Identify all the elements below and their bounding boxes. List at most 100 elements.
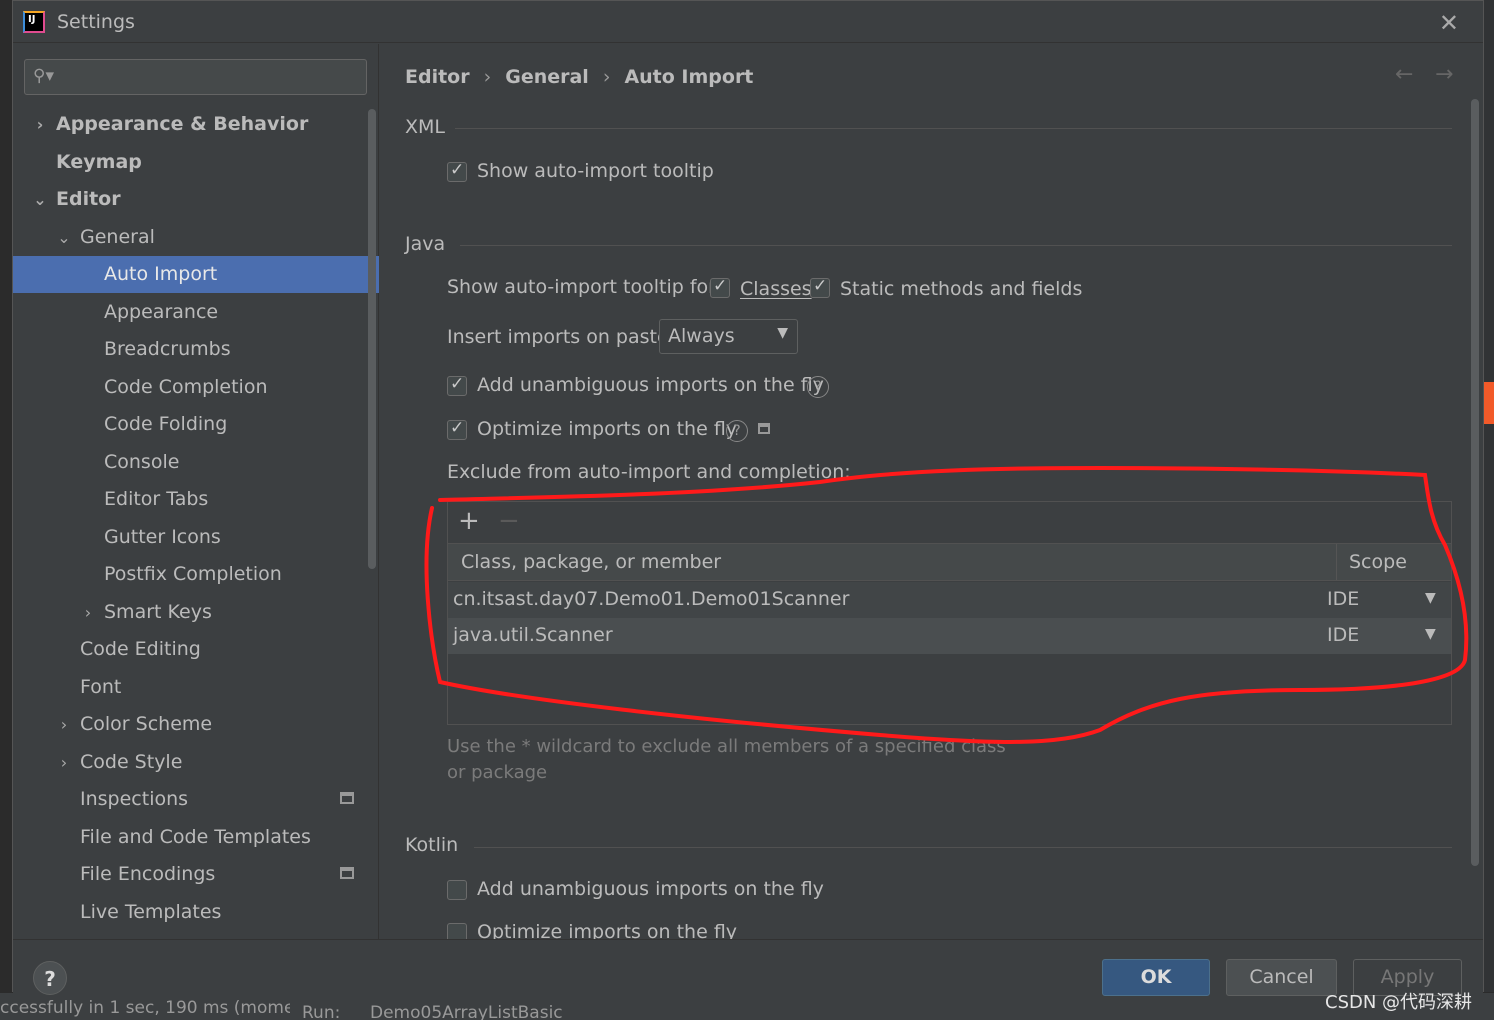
tree-item-code-style[interactable]: › Code Style — [13, 744, 379, 781]
project-scope-icon — [340, 792, 354, 804]
section-divider — [455, 128, 1452, 129]
table-cell-scope[interactable]: IDE — [1327, 588, 1359, 610]
tree-item-smart-keys[interactable]: › Smart Keys — [13, 594, 379, 631]
kotlin-add-unambiguous-label: Add unambiguous imports on the fly — [477, 878, 824, 900]
tree-item-label: Code Completion — [104, 375, 268, 398]
section-xml-title: XML — [405, 116, 445, 138]
kotlin-optimize-label: Optimize imports on the fly — [477, 921, 738, 939]
search-box[interactable]: ⚲▾ — [24, 59, 367, 95]
tree-item-appearance-behavior[interactable]: › Appearance & Behavior — [13, 106, 379, 143]
cancel-button[interactable]: Cancel — [1226, 959, 1337, 996]
forward-arrow-icon[interactable]: → — [1435, 62, 1453, 87]
section-java-title: Java — [405, 233, 446, 255]
java-optimize-checkbox[interactable] — [447, 418, 467, 440]
settings-tree-pane: ⚲▾ › Appearance & Behavior Keymap ⌄ Editor ⌄ G… — [13, 44, 379, 939]
help-icon[interactable]: ? — [807, 376, 829, 398]
tree-item-label: Code Editing — [80, 638, 201, 660]
static-methods-checkbox[interactable] — [810, 276, 830, 298]
tree-item-font[interactable]: Font — [13, 669, 379, 706]
tree-scrollbar[interactable] — [368, 109, 376, 569]
section-divider — [460, 245, 1452, 246]
insert-imports-value: Always — [668, 325, 735, 347]
tree-item-code-completion[interactable]: Code Completion — [13, 369, 379, 406]
tree-item-color-scheme[interactable]: › Color Scheme — [13, 706, 379, 743]
chevron-right-icon[interactable]: › — [57, 744, 71, 781]
kotlin-optimize-checkbox[interactable] — [447, 923, 467, 939]
tree-item-auto-import[interactable]: Auto Import — [13, 256, 379, 293]
tree-item-appearance[interactable]: Appearance — [13, 294, 379, 331]
tree-item-code-editing[interactable]: Code Editing — [13, 631, 379, 668]
xml-show-tooltip-checkbox[interactable] — [447, 160, 467, 182]
background-run-tab: Demo05ArrayListBasic — [370, 1003, 563, 1020]
tree-item-label: Appearance — [104, 300, 219, 323]
tree-item-file-encodings[interactable]: File Encodings — [13, 856, 379, 893]
java-add-unambiguous-checkbox[interactable] — [447, 374, 467, 396]
help-button[interactable]: ? — [33, 961, 67, 995]
column-divider[interactable] — [1336, 544, 1337, 580]
tree-item-postfix-completion[interactable]: Postfix Completion — [13, 556, 379, 593]
window-title: Settings — [57, 11, 135, 33]
table-cell-class[interactable]: cn.itsast.day07.Demo01.Demo01Scanner — [453, 588, 849, 610]
add-icon[interactable]: + — [458, 506, 480, 536]
tree-item-live-templates[interactable]: Live Templates — [13, 894, 379, 931]
tree-item-label: Appearance & Behavior — [56, 113, 309, 135]
java-add-unambiguous-label: Add unambiguous imports on the fly — [477, 374, 824, 396]
close-icon[interactable]: ✕ — [1439, 9, 1459, 37]
tree-item-general[interactable]: ⌄ General — [13, 219, 379, 256]
dialog-button-bar: ? OK Cancel Apply — [13, 939, 1483, 996]
classes-checkbox[interactable] — [710, 276, 730, 298]
project-scope-icon — [758, 423, 770, 434]
section-kotlin-title: Kotlin — [405, 834, 459, 856]
tree-item-keymap[interactable]: Keymap — [13, 144, 379, 181]
search-icon: ⚲▾ — [33, 66, 54, 86]
tree-item-label: File and Code Templates — [80, 825, 311, 848]
back-arrow-icon[interactable]: ← — [1395, 62, 1413, 87]
chevron-down-icon[interactable]: ▼ — [1425, 590, 1436, 606]
kotlin-add-unambiguous-checkbox[interactable] — [447, 880, 467, 900]
tree-item-label: Inspections — [80, 788, 189, 810]
breadcrumb-general: General — [505, 66, 589, 88]
chevron-right-icon[interactable]: › — [57, 706, 71, 743]
breadcrumb: Editor › General › Auto Import — [405, 66, 753, 88]
section-divider — [474, 847, 1452, 848]
settings-content-pane: Editor › General › Auto Import ← → XML Show … — [380, 44, 1483, 939]
table-row[interactable]: java.util.Scanner IDE ▼ — [448, 618, 1451, 654]
table-row[interactable]: cn.itsast.day07.Demo01.Demo01Scanner IDE… — [448, 582, 1451, 618]
content-scrollbar[interactable] — [1471, 99, 1479, 866]
chevron-right-icon[interactable]: › — [81, 594, 95, 631]
column-header-class[interactable]: Class, package, or member — [461, 551, 721, 573]
ok-button[interactable]: OK — [1102, 959, 1210, 996]
tree-item-label: File Encodings — [80, 863, 216, 885]
column-header-scope[interactable]: Scope — [1349, 551, 1407, 573]
tree-item-label: General — [80, 225, 155, 248]
insert-imports-dropdown[interactable]: Always ▼ — [659, 319, 798, 354]
chevron-right-icon[interactable]: › — [33, 106, 47, 143]
table-cell-scope[interactable]: IDE — [1327, 624, 1359, 646]
breadcrumb-separator: › — [602, 66, 611, 88]
table-cell-class[interactable]: java.util.Scanner — [453, 624, 613, 646]
tree-item-console[interactable]: Console — [13, 444, 379, 481]
remove-icon[interactable]: − — [498, 506, 520, 536]
tree-item-editor[interactable]: ⌄ Editor — [13, 181, 379, 218]
tree-item-label: Code Style — [80, 750, 183, 773]
java-optimize-label: Optimize imports on the fly — [477, 418, 738, 440]
background-run-label: Run: — [302, 1003, 341, 1020]
tree-item-file-and-code-templates[interactable]: File and Code Templates — [13, 819, 379, 856]
settings-dialog: IJ Settings ✕ ⚲▾ › Appearance & Behavior K… — [12, 0, 1484, 996]
tree-item-breadcrumbs[interactable]: Breadcrumbs — [13, 331, 379, 368]
exclude-label: Exclude from auto-import and completion: — [447, 461, 851, 483]
breadcrumb-separator: › — [483, 66, 492, 88]
static-methods-label: Static methods and fields — [840, 278, 1083, 300]
table-header: Class, package, or member Scope — [448, 543, 1451, 581]
search-input[interactable] — [59, 64, 359, 90]
chevron-down-icon[interactable]: ⌄ — [57, 219, 71, 256]
tree-item-editor-tabs[interactable]: Editor Tabs — [13, 481, 379, 518]
chevron-down-icon[interactable]: ⌄ — [33, 181, 47, 218]
tree-item-code-folding[interactable]: Code Folding — [13, 406, 379, 443]
tree-item-label: Font — [80, 675, 122, 698]
tree-item-inspections[interactable]: Inspections — [13, 781, 379, 818]
help-icon[interactable]: ? — [726, 420, 748, 442]
chevron-down-icon[interactable]: ▼ — [1425, 626, 1436, 642]
tree-item-gutter-icons[interactable]: Gutter Icons — [13, 519, 379, 556]
insert-imports-label: Insert imports on paste: — [447, 326, 676, 348]
